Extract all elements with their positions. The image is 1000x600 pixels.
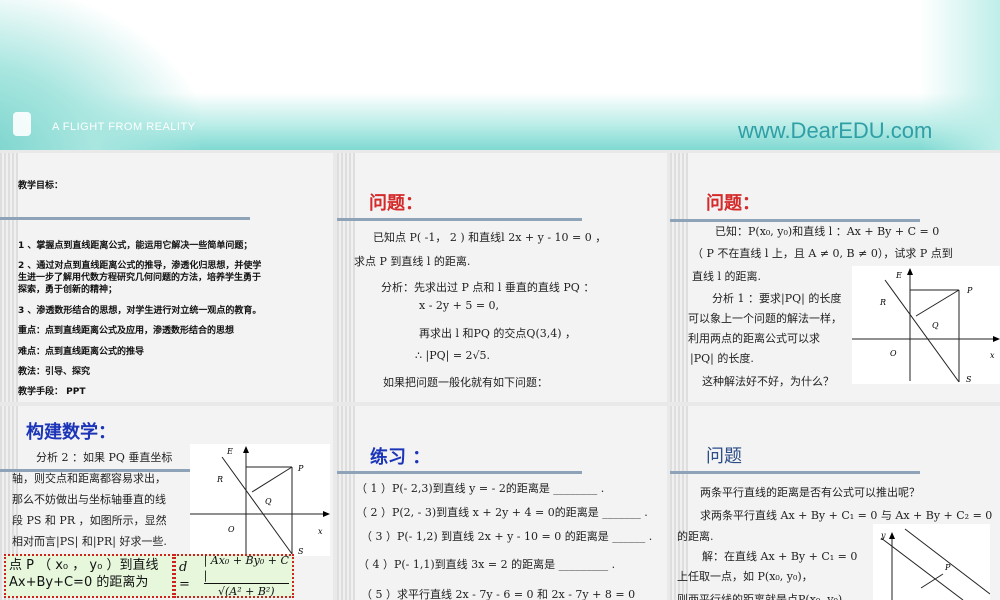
slide-title: 问题 — [706, 446, 742, 467]
label-y: y — [880, 531, 886, 540]
divider — [0, 217, 250, 220]
slide-title: 问题： — [706, 193, 760, 214]
divider — [670, 219, 920, 222]
exercise-item: （ 5 ）求平行直线 2x - 7y - 6 = 0 和 2x - 7y + 8… — [361, 588, 636, 600]
line: 分析 1 ：要求|PQ| 的长度 — [712, 292, 842, 305]
exercise-item: （ 3 ）P(- 1,2) 到直线 2x + y - 10 = 0 的距离是 _… — [361, 530, 653, 543]
label-o: O — [228, 525, 235, 534]
distance-formula-box: d = | Ax₀ + By₀ + C | √(A² + B²) — [174, 554, 294, 598]
box-line: Ax+By+C=0 的距离为 — [9, 575, 149, 590]
slide-exercises[interactable]: 练习 ： （ 1 ）P(- 2,3)到直线 y = - 2的距离是 ______… — [337, 406, 667, 600]
box-line: 点 P （ x₀ ， y₀ ）到直线 — [9, 558, 159, 573]
slide-problem-1[interactable]: 问题： 已知点 P( -1， 2 ) 和直线l 2x + y - 10 = 0 … — [337, 153, 667, 402]
slide-problem-2[interactable]: 问题： 已知：P(x₀, y₀)和直线 l ：Ax + By + C = 0 （… — [670, 153, 1000, 402]
line: 分析：先求出过 P 点和 l 垂直的直线 PQ ： — [381, 281, 595, 294]
line: 两条平行直线的距离是否有公式可以推出呢？ — [700, 486, 920, 499]
divider — [670, 471, 920, 474]
coordinate-diagram: E P R Q O x S — [852, 266, 1000, 384]
line: 教学手段： PPT — [18, 387, 86, 397]
distance-statement-box: 点 P （ x₀ ， y₀ ）到直线 Ax+By+C=0 的距离为 — [4, 554, 174, 598]
line: 直线 l 的距离. — [692, 270, 762, 283]
line: 分析 2 ：如果 PQ 垂直坐标 — [36, 451, 173, 464]
slide-title: 教学目标： — [18, 181, 64, 191]
exercise-item: （ 2 ）P(2, - 3)到直线 x + 2y + 4 = 0的距离是 ___… — [356, 506, 648, 519]
line: 那么不妨做出与坐标轴垂直的线 — [12, 493, 166, 506]
banner-site[interactable]: www.DearEDU.com — [738, 118, 932, 144]
parallel-lines-diagram: y P — [873, 524, 990, 600]
line: 轴，则交点和距离都容易求出， — [12, 472, 166, 485]
line: 解：在直线 Ax + By + C₁ = 0 — [702, 550, 858, 563]
slide-title: 练习 ： — [370, 447, 431, 468]
line: 如果把问题一般化就有如下问题： — [383, 376, 548, 389]
line: （ P 不在直线 l 上，且 A ≠ 0, B ≠ 0），试求 P 点到 — [692, 247, 953, 260]
line: 已知：P(x₀, y₀)和直线 l ：Ax + By + C = 0 — [715, 225, 940, 238]
formula-numerator: | Ax₀ + By₀ + C | — [203, 554, 289, 584]
line: 教法：引导、探究 — [18, 367, 91, 377]
formula-denominator: √(A² + B²) — [217, 585, 275, 598]
line: 再求出 l 和PQ 的交点Q(3,4) ， — [419, 327, 577, 340]
label-r: R — [216, 475, 223, 484]
exercise-item: （ 4 ）P(- 1,1)到直线 3x = 2 的距离是 _________ . — [358, 558, 616, 571]
label-p: P — [966, 286, 973, 295]
line: 3 、渗透数形结合的思想，对学生进行对立统一观点的教育。 — [18, 306, 262, 316]
line: ∴ |PQ| = 2√5. — [415, 349, 491, 362]
line: 则两平行线的距离就是点P(x₀, y₀) — [677, 593, 843, 600]
line: |PQ| 的长度. — [690, 352, 754, 365]
label-x: x — [990, 351, 995, 360]
line: 利用两点的距离公式可以求 — [688, 332, 820, 345]
divider — [337, 471, 582, 474]
slide-build-math[interactable]: 构建数学： 分析 2 ：如果 PQ 垂直坐标 轴，则交点和距离都容易求出， 那么… — [0, 406, 333, 600]
line: 求点 P 到直线 l 的距离. — [354, 255, 471, 268]
line: 探索，勇于创新的精神； — [18, 285, 118, 295]
formula-lhs: d = — [179, 560, 190, 592]
exercise-item: （ 1 ）P(- 2,3)到直线 y = - 2的距离是 ________ . — [356, 482, 605, 495]
label-r: R — [879, 298, 886, 307]
label-s: S — [966, 375, 972, 384]
label-o: O — [890, 349, 897, 358]
slide-title: 构建数学： — [26, 422, 116, 443]
line: 段 PS 和 PR ，如图所示，显然 — [12, 514, 167, 527]
label-p: P — [297, 464, 304, 473]
label-x: x — [318, 527, 323, 536]
slide-parallel-lines[interactable]: 问题 两条平行直线的距离是否有公式可以推出呢？ 求两条平行直线 Ax + By … — [670, 406, 1000, 600]
line: 可以象上一个问题的解法一样， — [688, 312, 842, 325]
slide-title: 问题： — [369, 193, 423, 214]
label-s: S — [298, 547, 304, 556]
line: 难点：点到直线距离公式的推导 — [18, 347, 145, 357]
label-e: E — [895, 271, 902, 280]
line: 相对而言|PS| 和|PR| 好求一些. — [12, 535, 167, 548]
banner: A FLIGHT FROM REALITY www.DearEDU.com — [0, 0, 1000, 150]
label-q: Q — [265, 497, 272, 506]
divider — [337, 218, 582, 221]
logo-person-icon — [13, 112, 31, 136]
line: 重点：点到直线距离公式及应用，渗透数形结合的思想 — [18, 326, 235, 336]
line: 求两条平行直线 Ax + By + C₁ = 0 与 Ax + By + C₂ … — [700, 509, 993, 522]
label-e: E — [226, 447, 233, 456]
line: 已知点 P( -1， 2 ) 和直线l 2x + y - 10 = 0 ， — [373, 231, 607, 244]
coordinate-diagram: E P R Q O x S — [190, 444, 330, 556]
line: 1 、掌握点到直线距离公式，能运用它解决一些简单问题； — [18, 241, 253, 251]
line: 上任取一点，如 P(x₀, y₀)， — [677, 570, 813, 583]
label-q: Q — [932, 321, 939, 330]
line: 这种解法好不好，为什么？ — [702, 375, 834, 388]
label-p: P — [944, 563, 951, 572]
banner-tagline: A FLIGHT FROM REALITY — [52, 121, 196, 133]
line: x - 2y + 5 = 0, — [419, 299, 500, 312]
slide-teaching-goals[interactable]: 教学目标： 1 、掌握点到直线距离公式，能运用它解决一些简单问题； 2 、通过对… — [0, 153, 333, 402]
line: 的距离. — [677, 530, 714, 543]
